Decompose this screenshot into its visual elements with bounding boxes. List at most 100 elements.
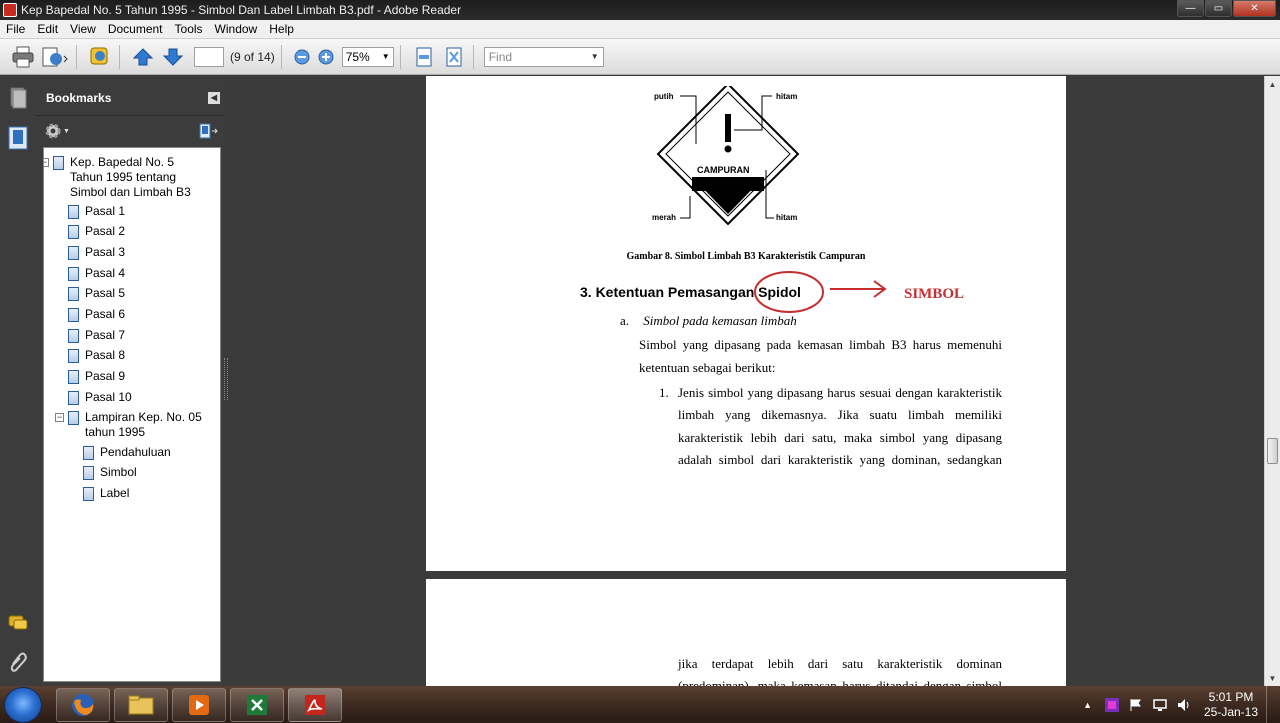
media-player-icon [189, 694, 209, 715]
tray-expand-icon[interactable]: ▲ [1083, 700, 1092, 710]
collapse-panel-button[interactable]: ◀ [208, 91, 220, 104]
print-button[interactable] [10, 44, 36, 70]
navigation-pane-strip [0, 76, 36, 686]
find-input[interactable]: Find ▼ [483, 46, 604, 67]
pages-icon[interactable] [7, 86, 29, 110]
menu-view[interactable]: View [64, 22, 102, 36]
bookmark-item[interactable]: Pasal 9 [64, 369, 216, 384]
share-button[interactable] [40, 44, 70, 70]
clock[interactable]: 5:01 PM 25-Jan-13 [1196, 690, 1266, 720]
zoom-in-icon [318, 49, 334, 64]
document-viewport[interactable]: putih hitam CAMPURAN merah hitam Gambar … [228, 76, 1264, 686]
bookmark-label: Pasal 2 [85, 224, 126, 238]
bookmark-toggle[interactable]: − [55, 413, 64, 422]
bookmark-icon [68, 225, 79, 239]
clock-time: 5:01 PM [1208, 689, 1254, 704]
taskbar-firefox[interactable] [56, 687, 110, 722]
attachments-icon[interactable] [7, 650, 29, 674]
figure-caption: Gambar 8. Simbol Limbah B3 Karakteristik… [626, 251, 866, 262]
bookmark-icon [68, 287, 79, 301]
minimize-button[interactable]: — [1177, 0, 1204, 17]
collaborate-button[interactable] [87, 44, 113, 70]
page-count: (9 of 14) [230, 49, 275, 64]
list-line: adalah simbol dari karakteristik yang do… [678, 452, 1002, 467]
bookmark-toggle[interactable]: − [44, 158, 49, 167]
zoom-select[interactable]: 75% ▼ [341, 46, 394, 67]
pdf-page: jika terdapat lebih dari satu karakteris… [426, 579, 1066, 686]
bookmark-item[interactable]: Pasal 3 [64, 245, 216, 260]
bookmark-item[interactable]: Pasal 4 [64, 266, 216, 281]
previous-page-button[interactable] [130, 44, 156, 70]
bookmarks-header: Bookmarks ◀ [36, 80, 224, 116]
paragraph-line: (predominan), maka kemasan harus ditanda… [678, 678, 1002, 686]
bookmark-item[interactable]: Label [79, 486, 216, 501]
volume-icon[interactable] [1176, 697, 1192, 713]
scroll-thumb[interactable] [1267, 438, 1278, 464]
bookmarks-icon[interactable] [7, 126, 29, 150]
toolbar-separator [280, 44, 282, 69]
taskbar-media-player[interactable] [172, 687, 226, 722]
zoom-out-icon [294, 49, 310, 64]
bookmark-item[interactable]: − Lampiran Kep. No. 05 tahun 1995 [55, 410, 207, 440]
bookmark-label: Pasal 10 [85, 390, 132, 404]
network-icon[interactable] [1152, 697, 1168, 713]
toolbar-separator [119, 44, 120, 69]
menu-file[interactable]: File [0, 22, 31, 36]
taskbar-adobe-reader[interactable] [288, 687, 342, 722]
bookmark-item[interactable]: Pasal 8 [64, 348, 216, 363]
find-placeholder: Find [488, 49, 513, 64]
full-screen-button[interactable] [441, 44, 467, 70]
zoom-in-button[interactable] [316, 44, 336, 70]
taskbar-excel[interactable] [230, 687, 284, 722]
comments-icon[interactable] [7, 610, 29, 634]
figure-label-putih: putih [654, 92, 674, 101]
scroll-up-arrow[interactable]: ▲ [1265, 76, 1280, 92]
scroll-down-arrow[interactable]: ▼ [1265, 670, 1280, 686]
bookmark-item[interactable]: Pasal 7 [64, 328, 216, 343]
maximize-button[interactable]: ▭ [1205, 0, 1232, 17]
action-center-icon[interactable] [1128, 697, 1144, 713]
bookmark-item[interactable]: Pasal 5 [64, 286, 216, 301]
new-bookmark-button[interactable] [198, 122, 218, 140]
fit-page-button[interactable] [411, 44, 437, 70]
firefox-icon [72, 693, 94, 716]
taskbar-explorer[interactable] [114, 687, 168, 722]
show-desktop-button[interactable] [1266, 686, 1280, 723]
folder-icon [128, 695, 154, 714]
new-bookmark-icon [199, 123, 218, 139]
bookmark-item[interactable]: Pendahuluan [79, 445, 216, 460]
bookmark-item[interactable]: Pasal 2 [64, 224, 216, 239]
bookmarks-title: Bookmarks [46, 90, 112, 105]
arrow-down-icon [162, 48, 184, 66]
menu-tools[interactable]: Tools [169, 22, 209, 36]
menu-edit[interactable]: Edit [31, 22, 64, 36]
menu-window[interactable]: Window [209, 22, 264, 36]
page-number-input[interactable] [194, 46, 224, 67]
menu-help[interactable]: Help [263, 22, 300, 36]
arrow-up-icon [132, 47, 154, 65]
next-page-button[interactable] [160, 44, 186, 70]
title-bar: Kep Bapedal No. 5 Tahun 1995 - Simbol Da… [0, 0, 1280, 20]
vertical-scrollbar[interactable]: ▲ ▼ [1264, 76, 1280, 686]
color-tray-icon[interactable] [1104, 697, 1120, 713]
menu-document[interactable]: Document [102, 22, 169, 36]
bookmark-icon [83, 466, 94, 480]
bookmark-item[interactable]: Pasal 10 [64, 390, 216, 405]
bookmark-label: Pasal 8 [85, 348, 126, 362]
annotation-text: SIMBOL [904, 286, 965, 302]
bookmark-icon [68, 308, 79, 322]
bookmark-label: Simbol [100, 465, 137, 479]
taskbar: ▲ 5:01 PM 25-Jan-13 [0, 686, 1280, 723]
close-button[interactable]: ✕ [1233, 0, 1276, 17]
bookmark-label: Kep. Bapedal No. 5 Tahun 1995 tentang Si… [70, 155, 191, 199]
zoom-out-button[interactable] [292, 44, 312, 70]
chevron-down-icon: ▼ [381, 52, 390, 61]
bookmark-item[interactable]: Pasal 6 [64, 307, 216, 322]
bookmark-item[interactable]: Simbol [79, 465, 216, 480]
bookmark-item[interactable]: Pasal 1 [64, 204, 216, 219]
clock-date: 25-Jan-13 [1203, 704, 1259, 719]
adobe-reader-icon [305, 694, 325, 715]
bookmark-item[interactable]: − Kep. Bapedal No. 5 Tahun 1995 tentang S… [44, 155, 207, 200]
start-button[interactable] [4, 686, 42, 723]
options-button[interactable]: ▼ [44, 122, 70, 140]
